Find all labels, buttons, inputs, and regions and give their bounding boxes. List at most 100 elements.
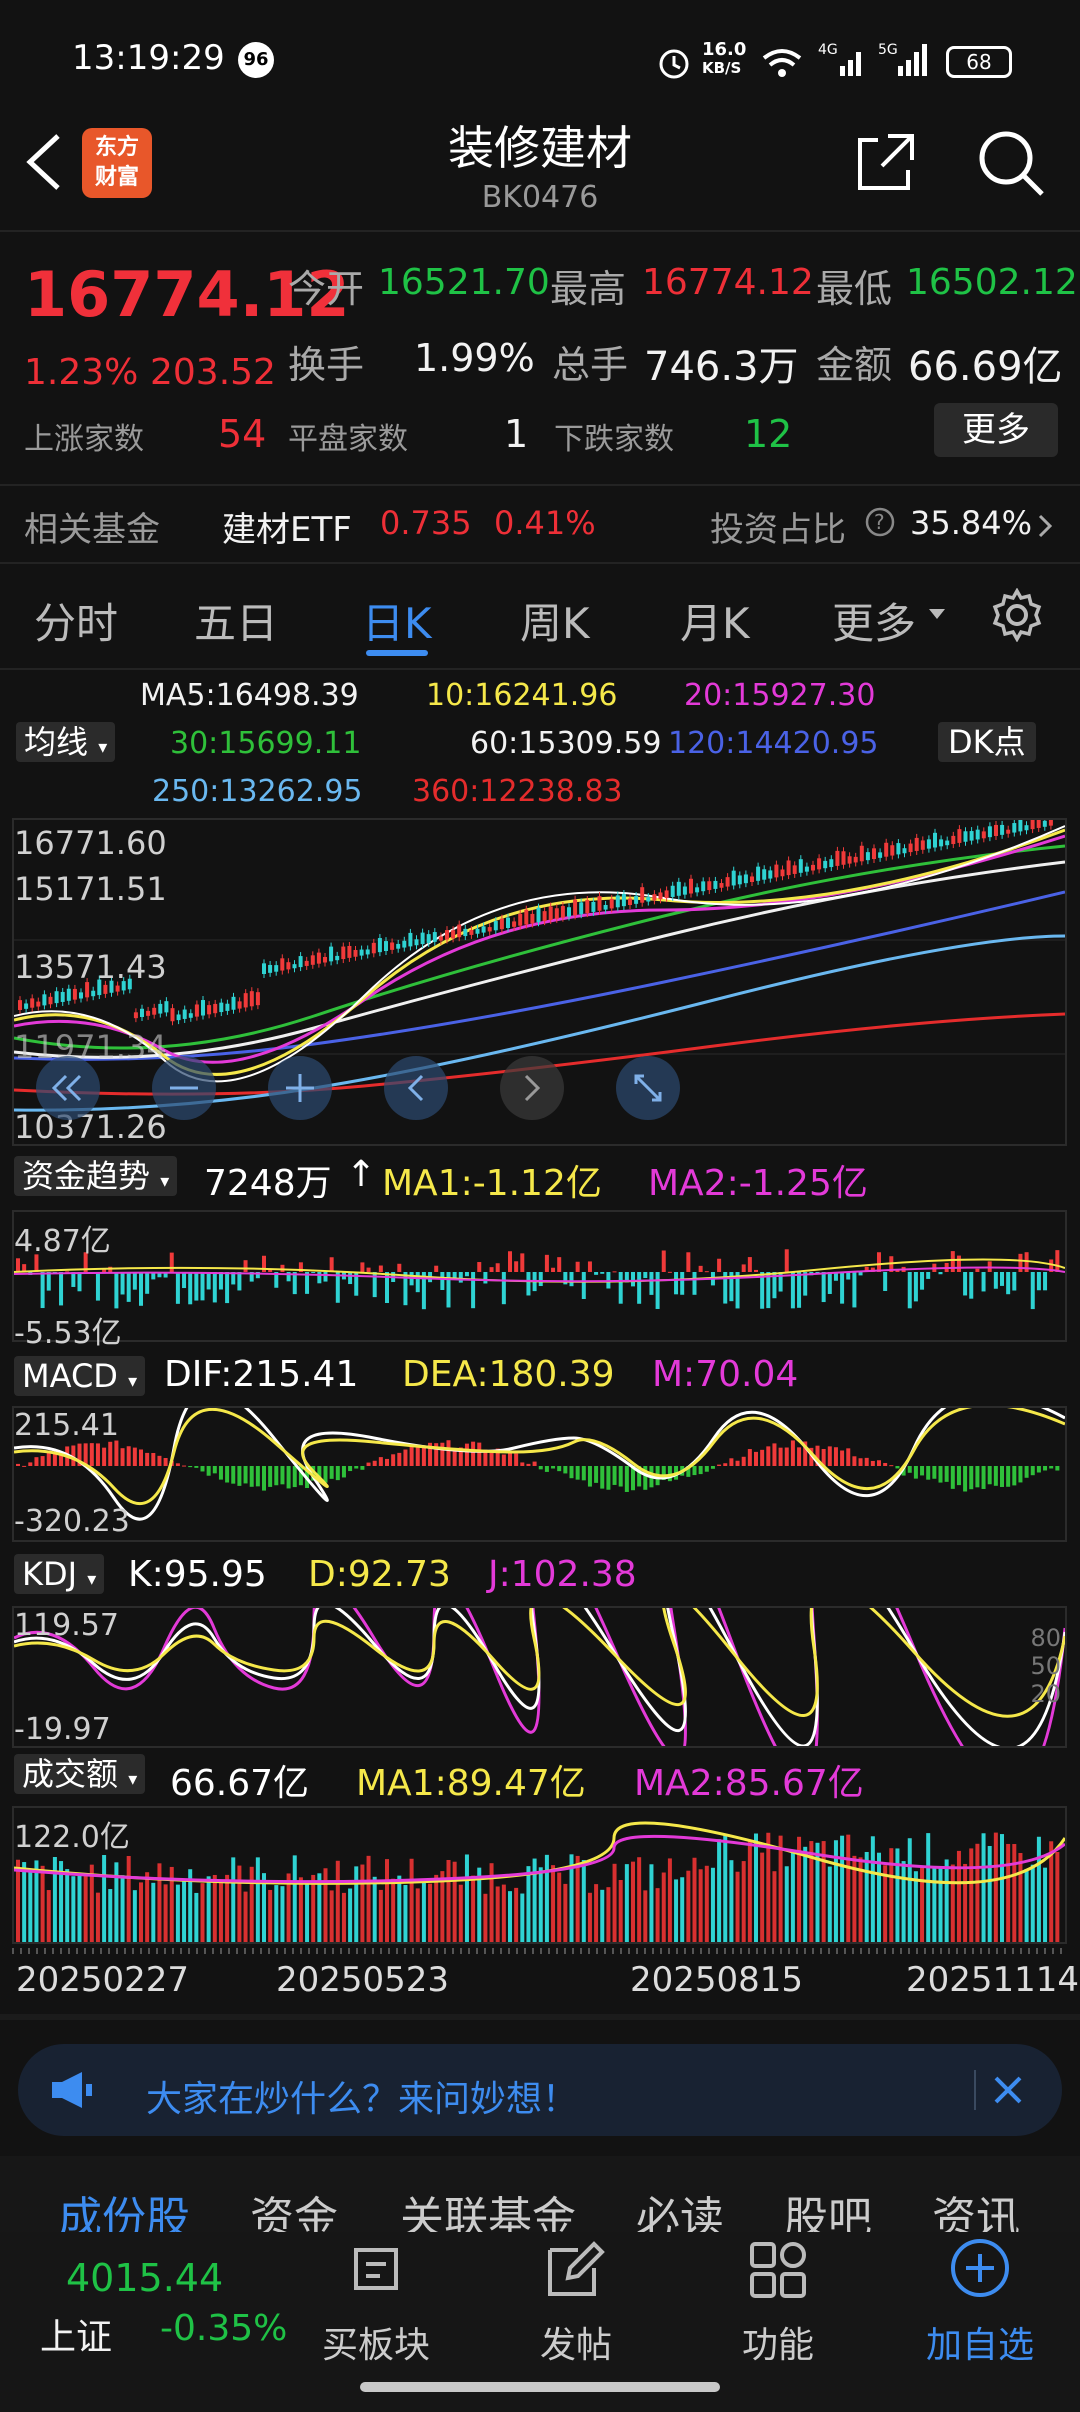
capital-chart-panel[interactable]: 4.87亿 -5.53亿: [12, 1210, 1067, 1351]
capital-bar: [526, 1272, 531, 1296]
capital-trend-selector[interactable]: 资金趋势 ▾: [14, 1156, 178, 1196]
capital-bar: [329, 1257, 334, 1272]
macd-bar: [600, 1466, 605, 1489]
tab-intraday[interactable]: 分时: [34, 590, 118, 651]
macd-bar: [704, 1466, 709, 1472]
macd-bar: [797, 1447, 802, 1466]
macd-bar: [766, 1446, 771, 1466]
candle: [365, 949, 370, 955]
capital-bar: [206, 1272, 211, 1290]
tab-daily-k[interactable]: 日K: [362, 590, 432, 651]
tab-weekly-k[interactable]: 周K: [520, 590, 590, 651]
zoom-out-icon[interactable]: [152, 1056, 216, 1120]
volume-y-top: 122.0亿: [14, 1820, 130, 1855]
more-button[interactable]: 更多: [934, 403, 1058, 457]
candle: [591, 901, 596, 912]
nav-function[interactable]: 功能: [708, 2316, 848, 2368]
amount-label: 金额: [816, 343, 893, 387]
search-icon[interactable]: [976, 128, 1046, 198]
candle: [1036, 812, 1041, 828]
rewind-icon[interactable]: [36, 1056, 100, 1120]
macd-selector[interactable]: MACD ▾: [14, 1356, 146, 1396]
svg-text:5G: 5G: [878, 42, 898, 58]
tab-more[interactable]: 更多: [832, 590, 916, 651]
index-pct[interactable]: -0.35%: [160, 2308, 287, 2349]
capital-bar: [46, 1272, 51, 1291]
macd-bar: [870, 1460, 875, 1466]
volume-chart[interactable]: [13, 1808, 1067, 1942]
candle: [518, 913, 523, 926]
capital-bar: [139, 1272, 143, 1306]
capital-bar: [458, 1272, 463, 1283]
kdj-chart[interactable]: [13, 1499, 1067, 1790]
volume-selector[interactable]: 成交额 ▾: [14, 1754, 146, 1794]
fund-name[interactable]: 建材ETF: [222, 502, 352, 551]
macd-bar: [126, 1446, 131, 1466]
macd-chart[interactable]: [13, 1389, 1066, 1540]
ma-selector[interactable]: 均线 ▾: [16, 722, 116, 762]
settings-gear-icon[interactable]: [990, 588, 1044, 642]
volume-bar: [1043, 1867, 1048, 1942]
candle: [884, 842, 889, 857]
macd-bar: [667, 1466, 672, 1482]
capital-bar: [95, 1272, 100, 1301]
up-count: 54: [218, 412, 267, 456]
macd-bar: [833, 1447, 838, 1466]
share-icon[interactable]: [854, 130, 918, 194]
candle: [194, 1004, 199, 1017]
status-time: 13:19:29: [72, 38, 225, 78]
candle: [237, 1001, 242, 1009]
capital-bar: [501, 1272, 506, 1305]
step-left-icon[interactable]: [384, 1056, 448, 1120]
macd-chart-panel[interactable]: 215.41 -320.23: [12, 1389, 1067, 1542]
nav-add-watchlist[interactable]: 加自选: [910, 2316, 1050, 2368]
kline-chart-panel[interactable]: 16771.60 15171.51 13571.43 11971.34 1037…: [12, 807, 1067, 1146]
candle: [567, 907, 571, 917]
chevron-right-icon[interactable]: [1036, 512, 1056, 540]
capital-bar: [360, 1262, 365, 1272]
buy-sector-icon[interactable]: [340, 2240, 410, 2304]
nav-post[interactable]: 发帖: [506, 2316, 646, 2368]
kdj-selector[interactable]: KDJ ▾: [14, 1554, 105, 1594]
macd-bar: [698, 1466, 703, 1475]
banner-text[interactable]: 大家在炒什么？来问妙想！: [146, 2070, 578, 2122]
add-watchlist-icon[interactable]: [948, 2236, 1012, 2300]
capital-chart[interactable]: [13, 1212, 1066, 1340]
volume-bar: [520, 1893, 525, 1942]
help-icon[interactable]: ?: [864, 506, 896, 538]
kdj-chart-panel[interactable]: 119.57 -19.97 80 50 20: [12, 1499, 1067, 1790]
candle: [481, 926, 486, 933]
ma60-line: [13, 860, 1066, 1059]
step-right-icon[interactable]: [500, 1056, 564, 1120]
post-edit-icon[interactable]: [542, 2238, 606, 2302]
macd-bar: [840, 1450, 845, 1466]
nav-buy-sector[interactable]: 买板块: [306, 2316, 446, 2368]
tab-monthly-k[interactable]: 月K: [680, 590, 750, 651]
capital-bar: [920, 1272, 925, 1290]
candle: [54, 991, 59, 1004]
function-grid-icon[interactable]: [746, 2238, 810, 2302]
zoom-in-icon[interactable]: [268, 1056, 332, 1120]
dk-point-button[interactable]: DK点: [938, 722, 1036, 762]
capital-bar: [471, 1272, 476, 1309]
candle: [316, 952, 321, 964]
volume-chart-panel[interactable]: 122.0亿: [12, 1806, 1067, 1944]
tab-five-day[interactable]: 五日: [194, 590, 278, 651]
close-icon[interactable]: [992, 2074, 1024, 2106]
macd-bar: [262, 1466, 266, 1491]
candle: [140, 1008, 144, 1017]
capital-bar: [335, 1272, 340, 1303]
macd-bar: [544, 1466, 549, 1472]
capital-bar: [188, 1272, 193, 1305]
candle: [792, 865, 797, 874]
candle: [725, 877, 730, 887]
candle: [975, 829, 980, 840]
index-name[interactable]: 上证: [40, 2308, 112, 2360]
macd-bar: [717, 1464, 722, 1466]
index-value[interactable]: 4015.44: [66, 2256, 223, 2300]
macd-bar: [292, 1466, 297, 1488]
candle: [542, 911, 547, 922]
capital-bar: [698, 1265, 703, 1272]
fullscreen-icon[interactable]: [616, 1056, 680, 1120]
volume-bar: [710, 1867, 715, 1942]
